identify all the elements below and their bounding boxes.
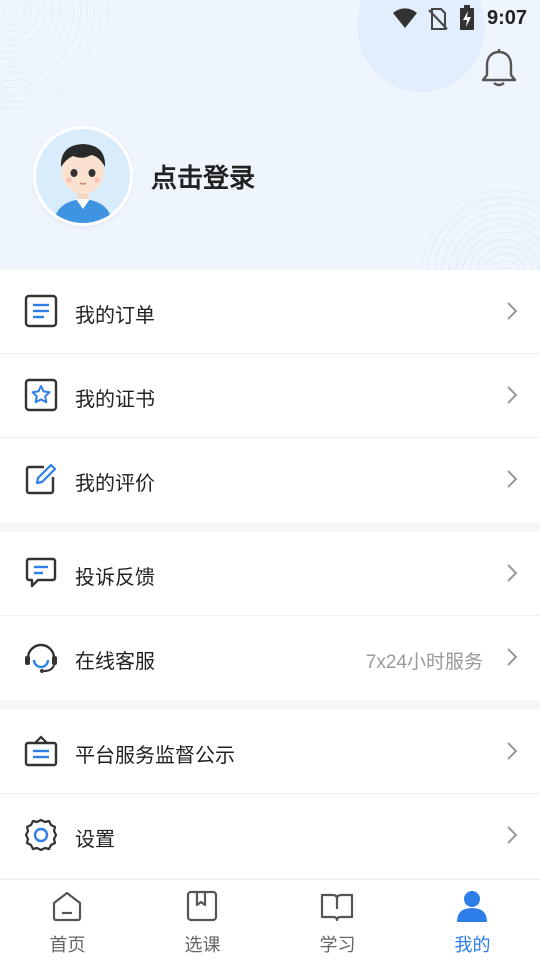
bottom-tab-bar: 首页 选课 学习 我的 bbox=[0, 879, 540, 960]
status-bar: 9:07 bbox=[0, 0, 540, 36]
order-list-icon bbox=[24, 294, 58, 328]
no-sim-icon bbox=[428, 8, 448, 30]
book-icon bbox=[320, 893, 354, 922]
menu-item-feedback[interactable]: 投诉反馈 bbox=[0, 532, 540, 616]
menu-item-certificates[interactable]: 我的证书 bbox=[0, 354, 540, 438]
tab-label: 学习 bbox=[319, 935, 356, 955]
headset-icon bbox=[25, 643, 57, 673]
menu-item-settings[interactable]: 设置 bbox=[0, 794, 540, 878]
chevron-right-icon bbox=[507, 742, 518, 760]
menu-item-label: 投诉反馈 bbox=[75, 567, 155, 589]
menu-item-label: 平台服务监督公示 bbox=[75, 745, 235, 767]
tab-label: 我的 bbox=[454, 935, 491, 955]
menu-item-label: 我的订单 bbox=[75, 305, 155, 327]
tab-label: 选课 bbox=[184, 935, 221, 955]
tab-home[interactable]: 首页 bbox=[0, 880, 135, 960]
menu-item-orders[interactable]: 我的订单 bbox=[0, 270, 540, 354]
avatar[interactable] bbox=[33, 126, 133, 226]
tab-study[interactable]: 学习 bbox=[270, 880, 405, 960]
menu-item-label: 设置 bbox=[75, 829, 115, 851]
menu-item-platform-notice[interactable]: 平台服务监督公示 bbox=[0, 710, 540, 794]
feedback-icon bbox=[25, 557, 57, 588]
chevron-right-icon bbox=[507, 826, 518, 844]
menu-item-reviews[interactable]: 我的评价 bbox=[0, 438, 540, 522]
bell-icon[interactable] bbox=[480, 48, 518, 88]
decorative-rings bbox=[420, 190, 540, 270]
service-hours-text: 7x24小时服务 bbox=[365, 652, 483, 673]
home-icon bbox=[52, 891, 82, 922]
user-icon bbox=[457, 891, 487, 922]
menu-group: 我的订单 我的证书 我的评价 bbox=[0, 270, 540, 522]
edit-review-icon bbox=[25, 463, 57, 495]
menu-group: 投诉反馈 在线客服 7x24小时服务 bbox=[0, 532, 540, 700]
chevron-right-icon bbox=[507, 648, 518, 666]
notice-board-icon bbox=[24, 735, 58, 767]
menu-item-label: 我的评价 bbox=[75, 473, 155, 495]
chevron-right-icon bbox=[507, 386, 518, 404]
certificate-icon bbox=[24, 378, 58, 412]
tab-mine[interactable]: 我的 bbox=[405, 880, 540, 960]
status-time: 9:07 bbox=[486, 7, 527, 29]
gear-icon bbox=[24, 818, 58, 852]
login-link[interactable]: 点击登录 bbox=[151, 158, 255, 195]
menu-item-label: 我的证书 bbox=[75, 389, 155, 411]
course-icon bbox=[186, 890, 218, 922]
chevron-right-icon bbox=[507, 470, 518, 488]
chevron-right-icon bbox=[507, 564, 518, 582]
menu-item-customer-service[interactable]: 在线客服 7x24小时服务 bbox=[0, 616, 540, 700]
tab-courses[interactable]: 选课 bbox=[135, 880, 270, 960]
menu-item-label: 在线客服 bbox=[75, 651, 155, 673]
wifi-icon bbox=[393, 8, 417, 28]
chevron-right-icon bbox=[507, 302, 518, 320]
menu-group: 平台服务监督公示 设置 bbox=[0, 710, 540, 878]
battery-charging-icon bbox=[460, 5, 474, 30]
tab-label: 首页 bbox=[49, 935, 86, 955]
